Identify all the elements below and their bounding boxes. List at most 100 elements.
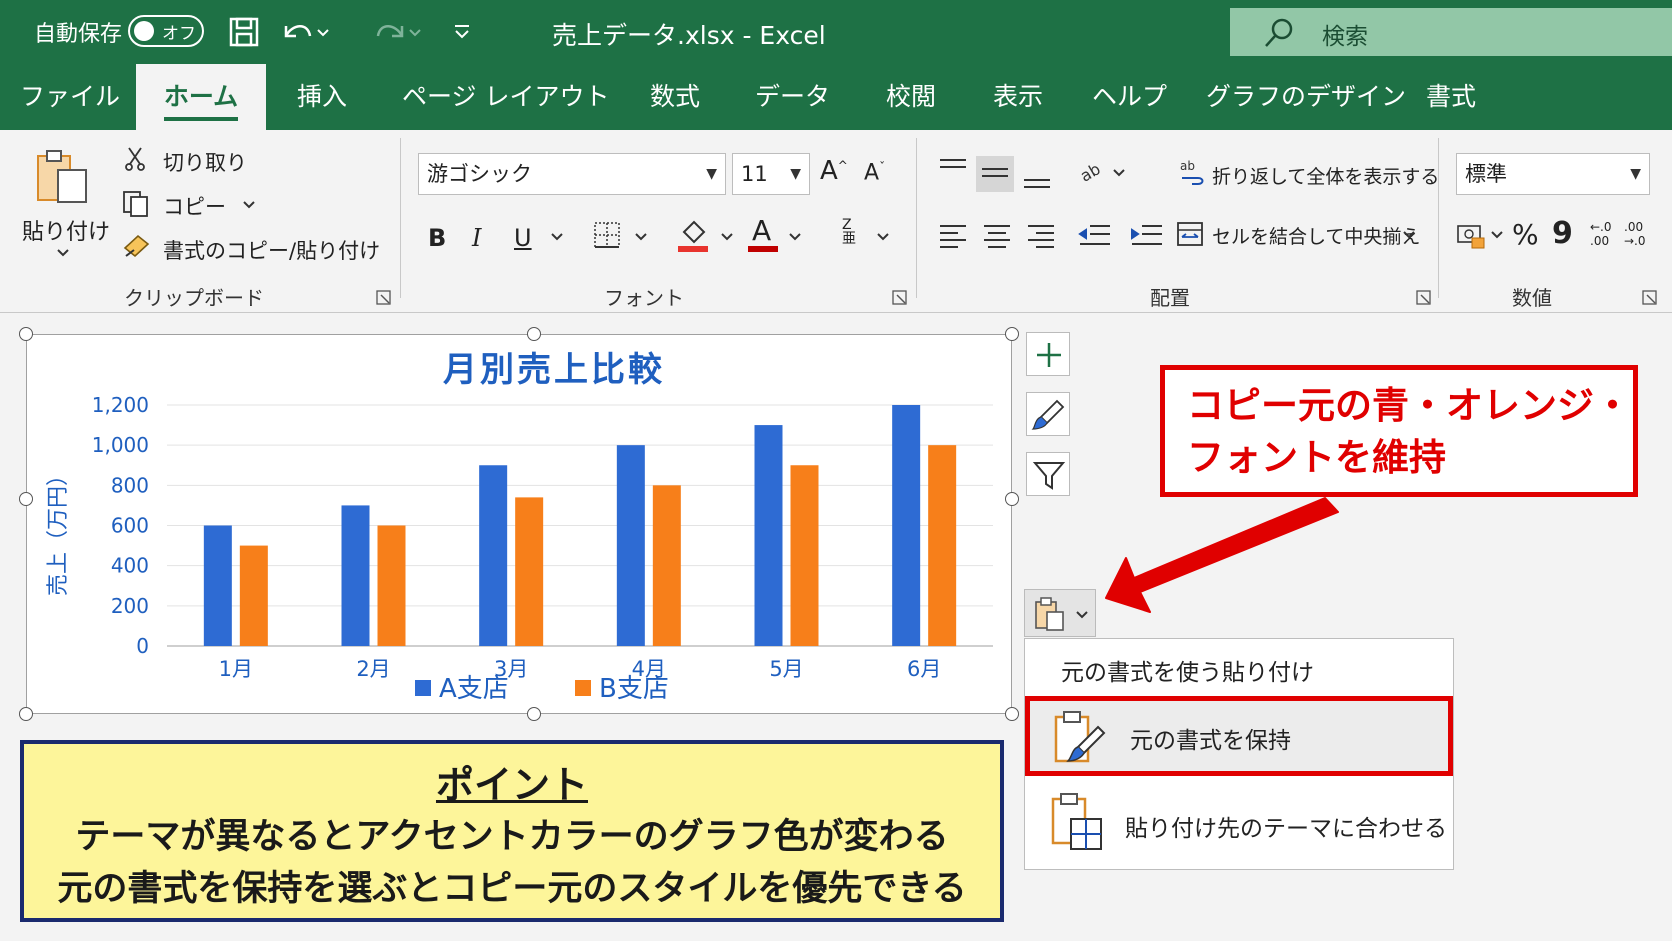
borders-icon[interactable]: [592, 220, 622, 250]
font-size-combo[interactable]: 11 ▼: [732, 153, 810, 195]
chevron-down-icon[interactable]: [1402, 230, 1416, 240]
use-destination-theme-option[interactable]: 貼り付け先のテーマに合わせる: [1025, 785, 1453, 865]
tab-file[interactable]: ファイル: [20, 64, 120, 130]
phonetic-guide-icon[interactable]: Z亜: [842, 218, 856, 246]
bar-a[interactable]: [341, 505, 370, 646]
bar-b[interactable]: [239, 545, 268, 646]
format-painter-button[interactable]: 書式のコピー/貼り付け: [163, 235, 380, 265]
tab-chart-design[interactable]: グラフのデザイン: [1206, 64, 1406, 130]
italic-button[interactable]: I: [472, 224, 481, 252]
underline-button[interactable]: U: [514, 224, 532, 252]
copy-button[interactable]: コピー: [163, 191, 226, 221]
decrease-decimal-icon[interactable]: .00 →.0: [1624, 220, 1646, 248]
plus-icon: [1037, 343, 1061, 367]
y-tick-label: 1,200: [92, 393, 149, 417]
undo-icon[interactable]: [280, 16, 330, 48]
autosave-toggle[interactable]: オフ: [128, 15, 204, 47]
paste-icon[interactable]: [34, 148, 90, 206]
tab-formulas[interactable]: 数式: [650, 64, 700, 130]
chevron-down-icon[interactable]: [56, 248, 70, 258]
bar-b[interactable]: [928, 445, 957, 646]
vertical-align-icons[interactable]: [936, 154, 1056, 194]
tab-insert[interactable]: 挿入: [297, 64, 347, 130]
bar-b[interactable]: [790, 465, 819, 646]
bar-a[interactable]: [754, 425, 783, 646]
callout-text: コピー元の青・オレンジ・ フォントを維持: [1187, 384, 1631, 479]
chart-styles-button[interactable]: [1026, 392, 1070, 436]
chart-legend[interactable]: A支店 B支店: [415, 674, 669, 704]
keep-source-formatting-icon: [1054, 711, 1106, 763]
tab-data[interactable]: データ: [755, 64, 830, 130]
chevron-down-icon[interactable]: [242, 200, 256, 210]
increase-font-icon[interactable]: A^: [820, 156, 848, 186]
tab-view[interactable]: 表示: [993, 64, 1043, 130]
bar-b[interactable]: [515, 497, 544, 646]
tab-page-layout[interactable]: ページ レイアウト: [402, 64, 609, 130]
accounting-format-icon[interactable]: [1456, 222, 1486, 250]
bar-a[interactable]: [479, 465, 508, 646]
save-icon[interactable]: [228, 16, 260, 48]
tab-format[interactable]: 書式: [1426, 64, 1476, 130]
dialog-launcher-icon[interactable]: [376, 290, 392, 306]
tab-home[interactable]: ホーム: [136, 64, 266, 130]
resize-handle[interactable]: [527, 707, 541, 721]
horizontal-align-icons[interactable]: [936, 220, 1076, 252]
font-name-combo[interactable]: 游ゴシック ▼: [418, 153, 726, 195]
redo-icon[interactable]: [372, 16, 422, 48]
copy-icon: [123, 191, 148, 217]
y-axis-title[interactable]: 売上（万円）: [46, 464, 71, 596]
legend-label: A支店: [439, 674, 509, 704]
tab-help[interactable]: ヘルプ: [1092, 64, 1167, 130]
chevron-down-icon[interactable]: [634, 232, 648, 242]
customize-toolbar-icon[interactable]: [452, 22, 472, 42]
use-destination-theme-icon: [1051, 793, 1102, 850]
indent-icons[interactable]: [1076, 220, 1166, 252]
chart-filters-button[interactable]: [1026, 452, 1070, 496]
wrap-text-button[interactable]: 折り返して全体を表示する: [1212, 162, 1439, 189]
chart-elements-button[interactable]: [1026, 332, 1070, 376]
merge-center-button[interactable]: セルを結合して中央揃え: [1212, 222, 1420, 249]
resize-handle[interactable]: [19, 707, 33, 721]
annotation-callout: コピー元の青・オレンジ・ フォントを維持: [1160, 365, 1638, 497]
paste-options-button[interactable]: [1024, 589, 1096, 637]
dialog-launcher-icon[interactable]: [1416, 290, 1432, 306]
chevron-down-icon[interactable]: [788, 232, 802, 242]
bar-a[interactable]: [203, 525, 232, 647]
chevron-down-icon[interactable]: [720, 232, 734, 242]
fill-color-icon[interactable]: [676, 216, 710, 252]
bar-b[interactable]: [652, 485, 681, 646]
bar-a[interactable]: [616, 445, 645, 646]
comma-style-button[interactable]: 9: [1552, 216, 1573, 251]
decrease-font-icon[interactable]: Aˇ: [864, 160, 885, 185]
resize-handle[interactable]: [1005, 707, 1019, 721]
increase-decimal-icon[interactable]: ←.0.00: [1590, 220, 1612, 248]
number-format-combo[interactable]: 標準 ▼: [1456, 153, 1650, 195]
resize-handle[interactable]: [19, 492, 33, 506]
chart-area[interactable]: 月別売上比較 売上（万円） 0 200 400 600 800 1,000 1,200 1月…: [26, 334, 1012, 714]
paste-button[interactable]: 貼り付け: [22, 214, 110, 246]
percent-style-button[interactable]: %: [1512, 218, 1539, 251]
chevron-down-icon[interactable]: [1490, 230, 1504, 240]
tab-review[interactable]: 校閲: [886, 64, 936, 130]
chevron-down-icon[interactable]: [876, 232, 890, 242]
resize-handle[interactable]: [527, 327, 541, 341]
resize-handle[interactable]: [1005, 327, 1019, 341]
dialog-launcher-icon[interactable]: [1642, 290, 1658, 306]
x-tick-label: 5月: [769, 657, 803, 681]
bar-a[interactable]: [892, 405, 921, 646]
cut-button[interactable]: 切り取り: [163, 147, 247, 177]
resize-handle[interactable]: [1005, 492, 1019, 506]
resize-handle[interactable]: [19, 327, 33, 341]
keep-source-formatting-option[interactable]: 元の書式を保持: [1025, 696, 1453, 776]
search-label: 検索: [1322, 24, 1368, 50]
chevron-down-icon[interactable]: [550, 232, 564, 242]
bar-b[interactable]: [377, 525, 406, 647]
bold-button[interactable]: B: [428, 224, 446, 252]
dialog-launcher-icon[interactable]: [892, 290, 908, 306]
wrap-text-icon: ab: [1180, 159, 1204, 185]
font-color-icon[interactable]: A: [752, 214, 771, 247]
chart-title[interactable]: 月別売上比較: [443, 350, 665, 390]
chevron-down-icon: ▼: [790, 166, 801, 182]
search-box[interactable]: 検索: [1230, 8, 1672, 56]
orientation-icon[interactable]: ab: [1076, 156, 1126, 190]
